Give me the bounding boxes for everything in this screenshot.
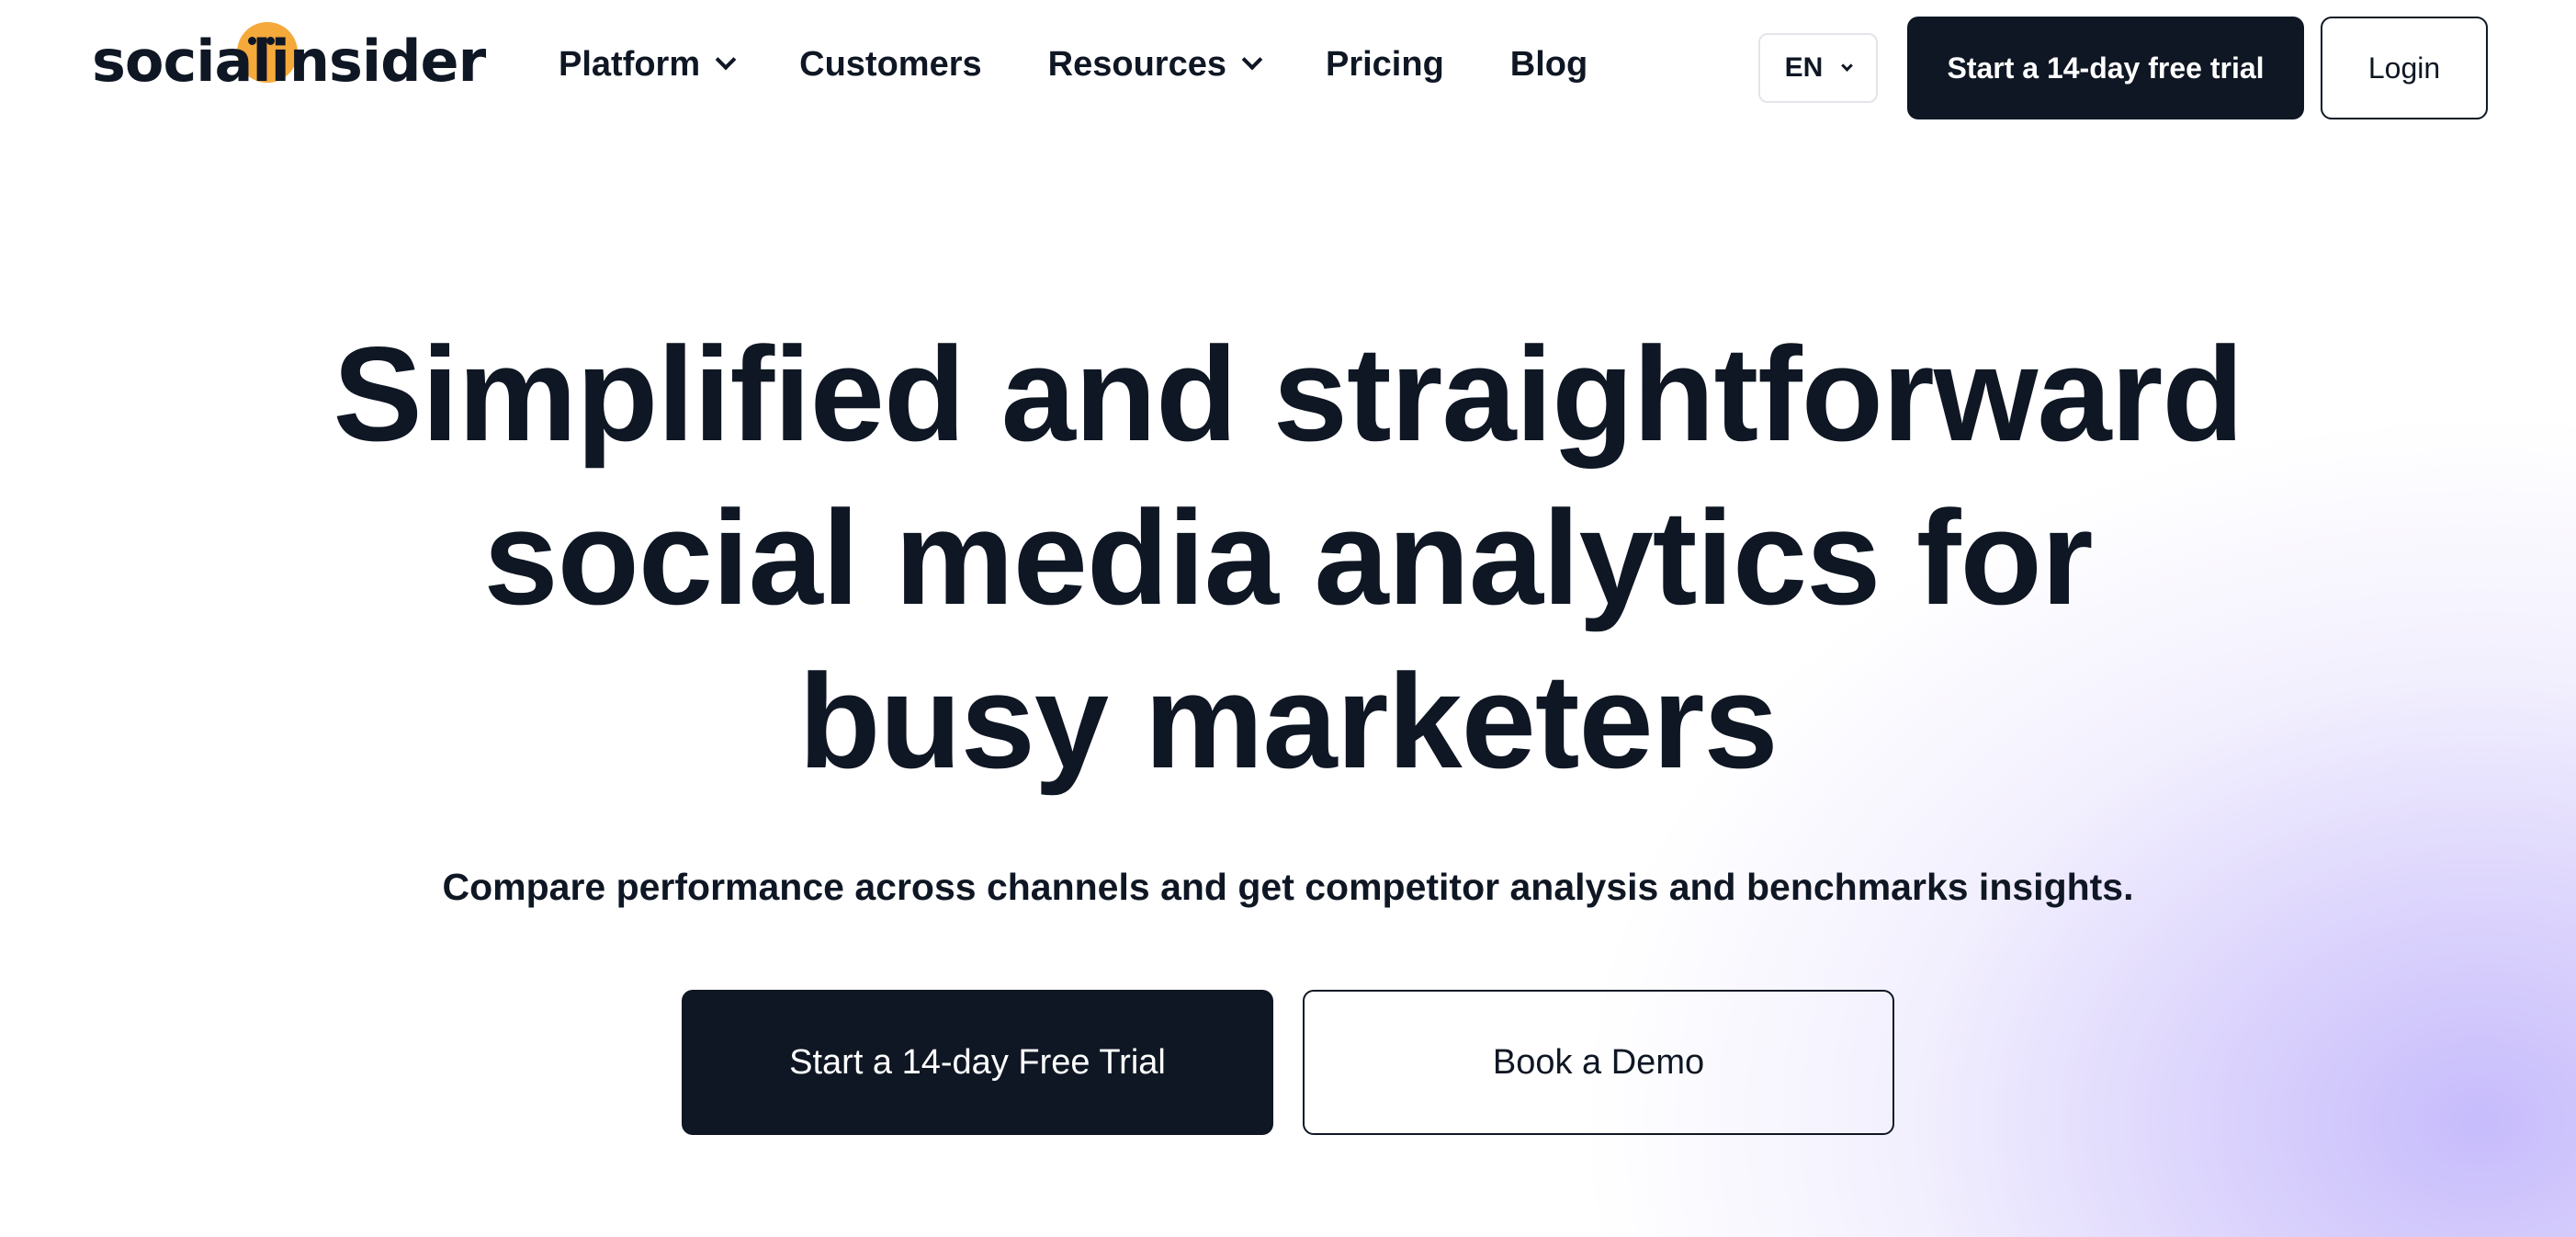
nav-item-pricing[interactable]: Pricing [1326,45,1444,85]
hero-subtitle: Compare performance across channels and … [442,866,2134,908]
nav-item-label: Platform [559,44,701,84]
hero-free-trial-button[interactable]: Start a 14-day Free Trial [682,990,1273,1135]
nav-item-label: Resources [1047,44,1226,84]
nav-item-platform[interactable]: Platform [559,44,737,85]
hero-title-line: busy marketers [798,646,1778,796]
language-selector[interactable]: EN [1758,33,1878,103]
nav-item-blog[interactable]: Blog [1510,45,1587,85]
chevron-down-icon [1241,49,1263,71]
site-header: socialinsider Platform Customers Resourc… [0,0,2576,138]
nav-item-resources[interactable]: Resources [1047,44,1263,85]
header-free-trial-button[interactable]: Start a 14-day free trial [1907,17,2304,119]
nav-item-label: Customers [799,44,982,84]
chevron-down-icon [715,49,737,71]
logo-wordmark: socialinsider [92,28,486,95]
login-button[interactable]: Login [2321,17,2488,119]
hero-title: Simplified and straightforward social me… [186,312,2390,803]
nav-item-customers[interactable]: Customers [799,45,982,85]
chevron-down-icon [1841,59,1854,72]
socialinsider-logo[interactable]: socialinsider [92,18,486,101]
hero-title-line: Simplified and straightforward [333,319,2243,469]
hero-title-line: social media analytics for [483,482,2093,632]
language-label: EN [1784,52,1824,83]
nav-item-label: Blog [1509,44,1588,84]
book-demo-button[interactable]: Book a Demo [1303,990,1894,1135]
nav-item-label: Pricing [1325,44,1444,84]
page: socialinsider Platform Customers Resourc… [0,0,2576,1237]
main-nav: Platform Customers Resources Pricing Blo… [559,37,1654,92]
